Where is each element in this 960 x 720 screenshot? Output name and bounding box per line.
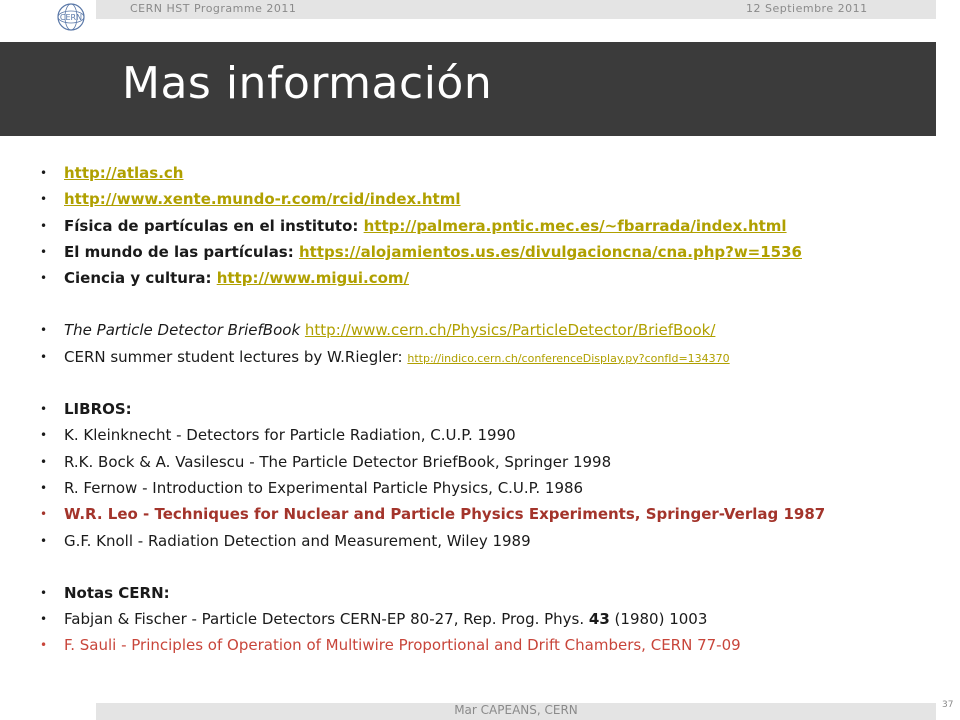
list-item: • Fabjan & Fischer - Particle Detectors … <box>40 606 940 632</box>
list-item: • CERN summer student lectures by W.Rieg… <box>40 344 940 370</box>
list-item: • G.F. Knoll - Radiation Detection and M… <box>40 528 940 554</box>
bullet-list: • http://atlas.ch • http://www.xente.mun… <box>40 160 940 659</box>
list-item: • R. Fernow - Introduction to Experiment… <box>40 475 940 501</box>
slide-title: Mas información <box>122 58 493 109</box>
list-item: • Ciencia y cultura: http://www.migui.co… <box>40 265 940 291</box>
list-item: • Física de partículas en el instituto: … <box>40 213 940 239</box>
book-item: K. Kleinknecht - Detectors for Particle … <box>64 426 516 445</box>
item-label: Ciencia y cultura: <box>64 269 217 288</box>
book-item: R.K. Bock & A. Vasilescu - The Particle … <box>64 452 612 471</box>
book-item-highlighted: W.R. Leo - Techniques for Nuclear and Pa… <box>64 505 826 524</box>
link-migui[interactable]: http://www.migui.com/ <box>217 269 409 287</box>
bullet-icon: • <box>40 402 48 417</box>
header-date: 12 Septiembre 2011 <box>746 2 868 15</box>
list-item: • http://atlas.ch <box>40 160 940 186</box>
bullet-icon: • <box>40 612 48 627</box>
link-atlas[interactable]: http://atlas.ch <box>64 164 183 182</box>
page-number: 37 <box>942 700 954 710</box>
list-item: • El mundo de las partículas: https://al… <box>40 239 940 265</box>
spacer <box>40 554 940 580</box>
bullet-icon: • <box>40 480 48 495</box>
note-item-highlighted: F. Sauli - Principles of Operation of Mu… <box>64 636 741 655</box>
bullet-icon: • <box>40 428 48 443</box>
list-item: • W.R. Leo - Techniques for Nuclear and … <box>40 501 940 527</box>
book-item: R. Fernow - Introduction to Experimental… <box>64 478 584 497</box>
bullet-icon: • <box>40 533 48 548</box>
bullet-icon: • <box>40 218 48 233</box>
item-label: CERN summer student lectures by W.Riegle… <box>64 347 408 366</box>
link-briefbook[interactable]: http://www.cern.ch/Physics/ParticleDetec… <box>305 321 716 339</box>
spacer <box>40 370 940 396</box>
bullet-icon: • <box>40 349 48 364</box>
spacer <box>40 291 940 317</box>
link-indico[interactable]: http://indico.cern.ch/conferenceDisplay.… <box>407 352 729 365</box>
link-xente[interactable]: http://www.xente.mundo-r.com/rcid/index.… <box>64 190 460 208</box>
item-label: The Particle Detector BriefBook <box>64 321 305 340</box>
list-item: • http://www.xente.mundo-r.com/rcid/inde… <box>40 186 940 212</box>
footer-author: Mar CAPEANS, CERN <box>454 703 578 717</box>
svg-text:CERN: CERN <box>60 13 82 22</box>
bullet-icon: • <box>40 585 48 600</box>
link-alojamientos[interactable]: https://alojamientos.us.es/divulgacioncn… <box>299 243 802 261</box>
list-item: • The Particle Detector BriefBook http:/… <box>40 317 940 343</box>
item-label: El mundo de las partículas: <box>64 242 299 261</box>
bullet-icon: • <box>40 244 48 259</box>
bullet-icon: • <box>40 507 48 522</box>
list-item: • F. Sauli - Principles of Operation of … <box>40 632 940 658</box>
note-item-text: (1980) 1003 <box>609 610 708 629</box>
note-item-volume: 43 <box>588 610 610 629</box>
cern-logo-icon: CERN <box>57 3 85 31</box>
note-item-text: Fabjan & Fischer - Particle Detectors CE… <box>64 610 589 629</box>
list-item: • K. Kleinknecht - Detectors for Particl… <box>40 422 940 448</box>
item-label: Física de partículas en el instituto: <box>64 216 364 235</box>
bullet-icon: • <box>40 166 48 180</box>
list-item: • Notas CERN: <box>40 580 940 606</box>
bullet-icon: • <box>40 192 48 207</box>
link-palmera[interactable]: http://palmera.pntic.mec.es/~fbarrada/in… <box>364 217 787 235</box>
list-item: • LIBROS: <box>40 396 940 422</box>
list-item: • R.K. Bock & A. Vasilescu - The Particl… <box>40 449 940 475</box>
bullet-icon: • <box>40 271 48 286</box>
section-heading: Notas CERN: <box>64 583 170 602</box>
bullet-icon: • <box>40 323 48 338</box>
bullet-icon: • <box>40 454 48 469</box>
book-item: G.F. Knoll - Radiation Detection and Mea… <box>64 531 531 550</box>
section-heading: LIBROS: <box>64 400 132 419</box>
header-programme: CERN HST Programme 2011 <box>130 2 297 15</box>
bullet-icon: • <box>40 638 48 653</box>
